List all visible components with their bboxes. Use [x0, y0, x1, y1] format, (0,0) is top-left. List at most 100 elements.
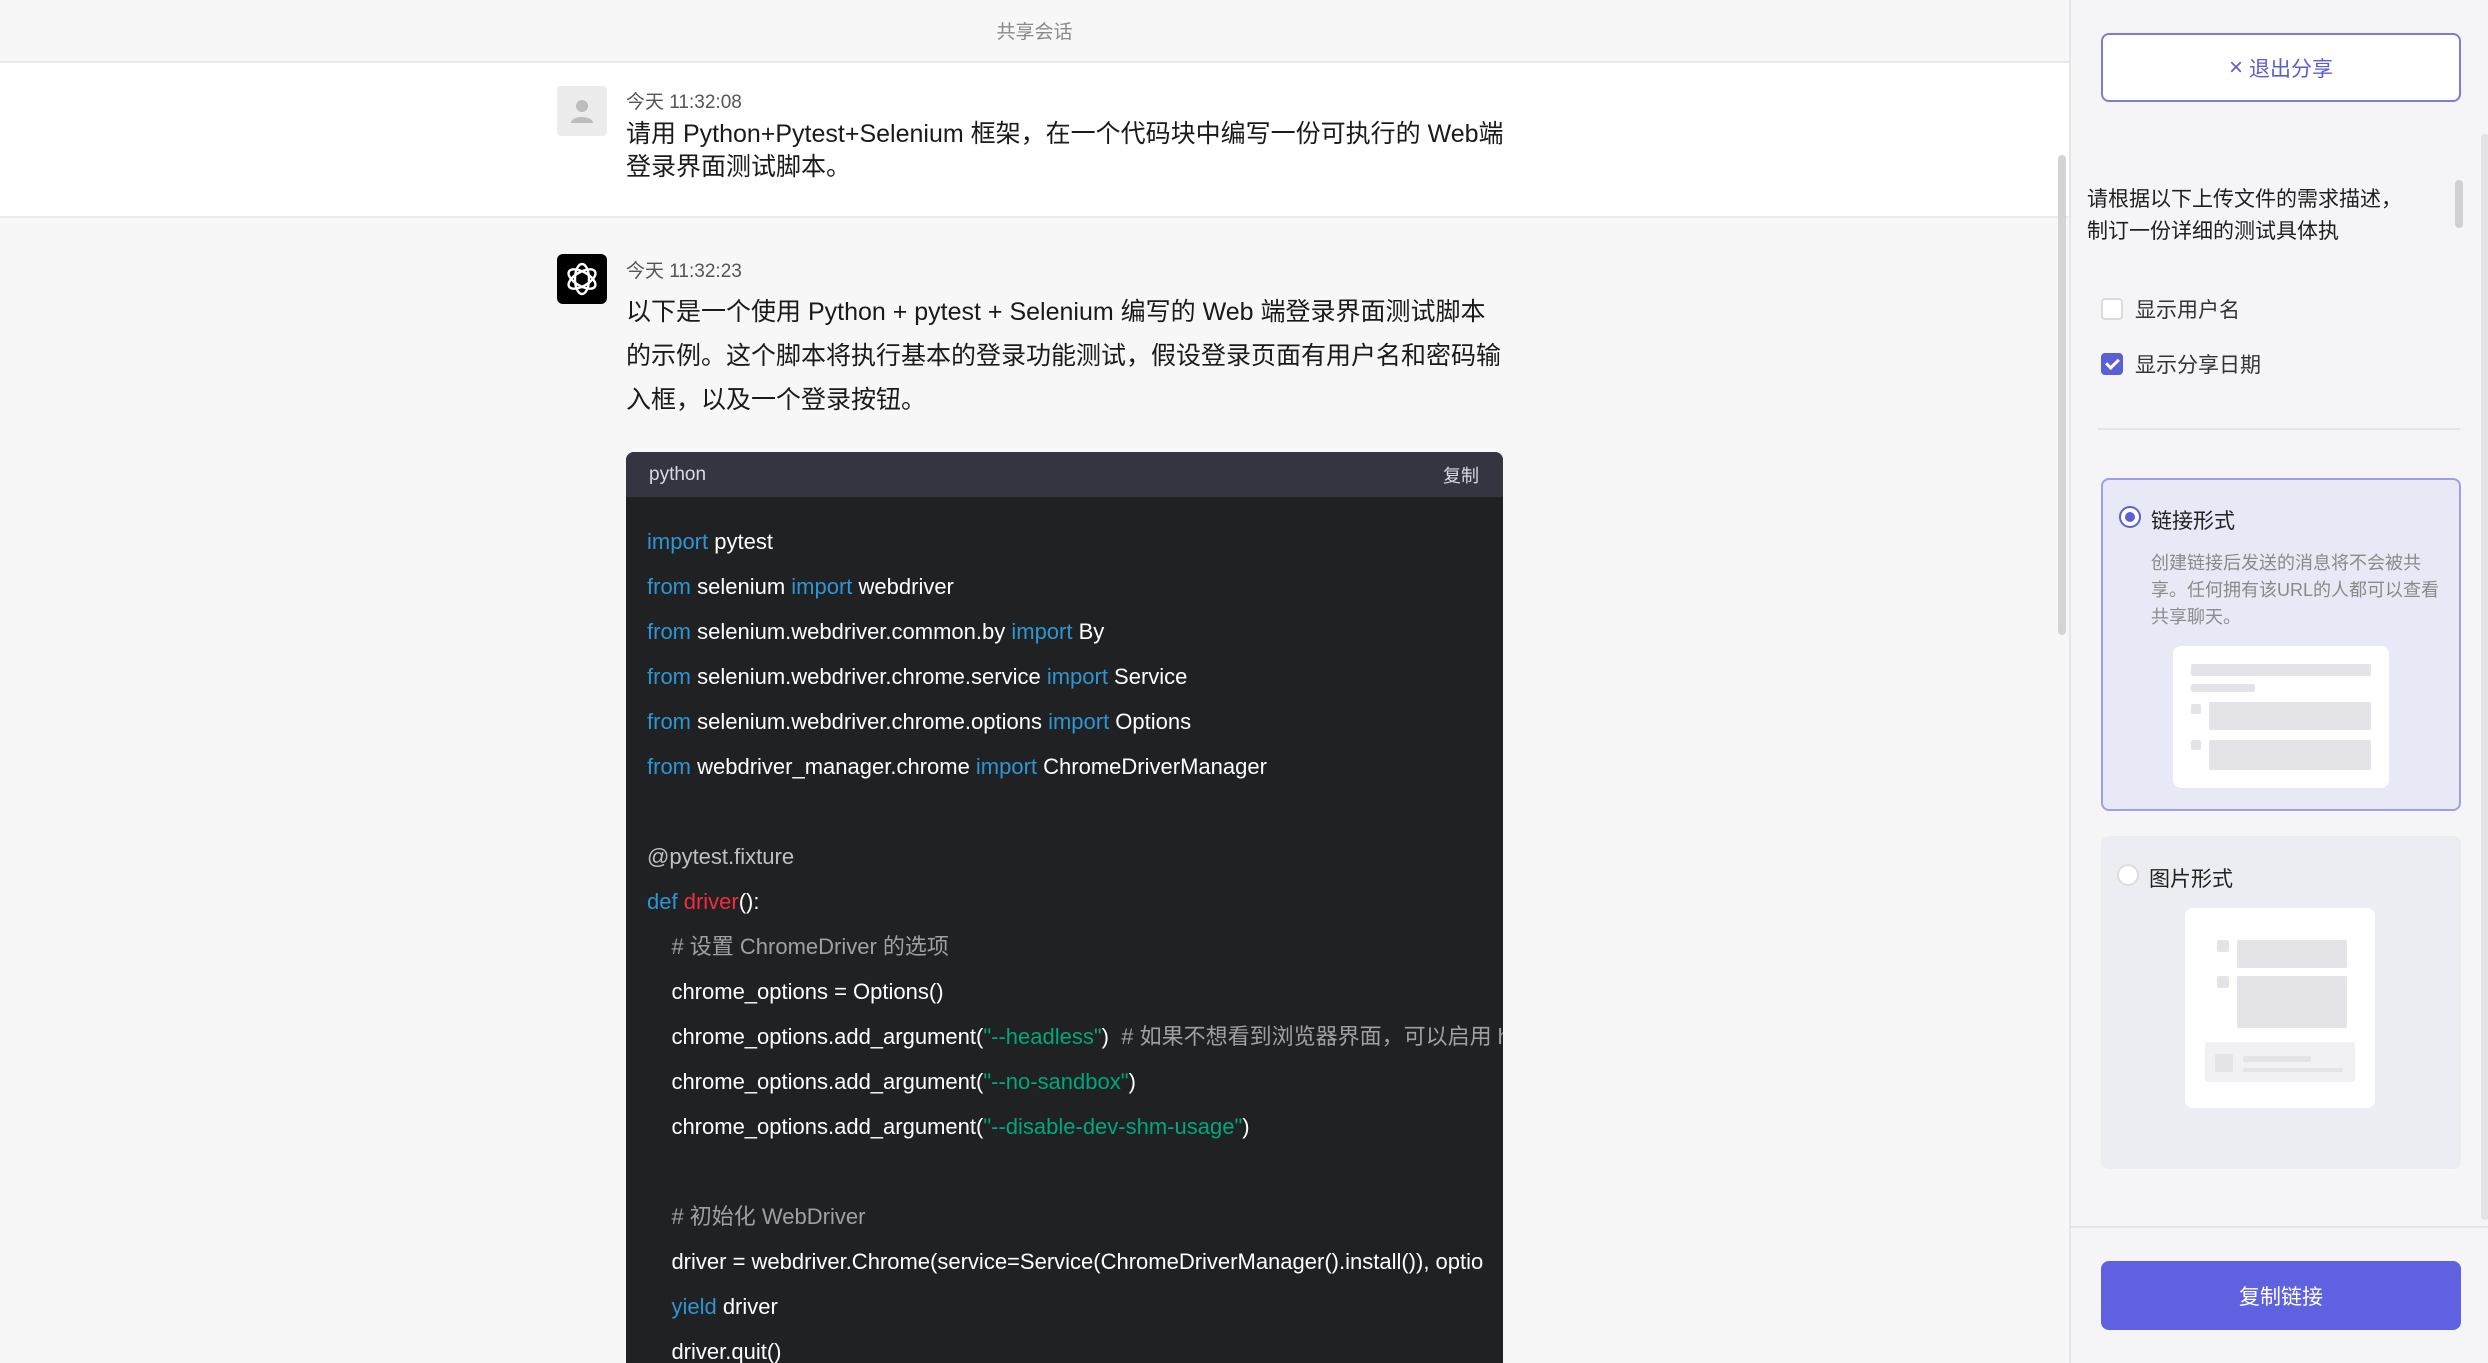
- exit-share-label: 退出分享: [2249, 57, 2333, 81]
- conversation-header: 共享会话: [0, 0, 2069, 63]
- code-token: from: [647, 664, 691, 689]
- code-token: def: [647, 889, 678, 914]
- conversation-scrollbar[interactable]: [2058, 155, 2066, 635]
- link-share-option[interactable]: 链接形式 创建链接后发送的消息将不会被共享。任何拥有该URL的人都可以查看共享聊…: [2101, 478, 2461, 811]
- code-token: import: [1046, 664, 1108, 689]
- show-date-toggle[interactable]: 显示分享日期: [2101, 349, 2261, 379]
- code-token: driver = webdriver.Chrome(service=Servic…: [647, 1249, 1484, 1274]
- show-username-toggle[interactable]: 显示用户名: [2101, 294, 2240, 324]
- code-token: ): [1128, 1069, 1136, 1094]
- code-token: "--disable-dev-shm-usage": [983, 1114, 1243, 1139]
- close-icon: ×: [2228, 53, 2243, 81]
- code-token: webdriver_manager.chrome: [691, 754, 976, 779]
- code-line: from selenium import webdriver: [647, 564, 1503, 609]
- link-preview-illustration: [2173, 646, 2389, 788]
- code-token: Service: [1107, 664, 1188, 689]
- image-preview-illustration: [2185, 908, 2375, 1108]
- conversation-area: 共享会话 今天 11:32:08 请用 Python+Pytest+Seleni…: [0, 0, 2069, 1363]
- code-token: selenium.webdriver.chrome.service: [691, 664, 1047, 689]
- code-line: from webdriver_manager.chrome import Chr…: [647, 744, 1503, 789]
- code-token: ():: [738, 889, 760, 914]
- code-line: # 初始化 WebDriver: [647, 1194, 1503, 1239]
- show-date-label: 显示分享日期: [2135, 354, 2261, 377]
- code-block-header: python 复制: [626, 452, 1503, 497]
- code-token: driver.quit(): [647, 1339, 782, 1363]
- user-avatar: [557, 86, 607, 136]
- code-token: chrome_options = Options(): [647, 979, 944, 1004]
- code-language-label: python: [649, 463, 707, 485]
- copy-code-button[interactable]: 复制: [1443, 462, 1479, 488]
- code-token: import: [1011, 619, 1073, 644]
- preview-scrollbar[interactable]: [2455, 180, 2463, 228]
- code-token: yield: [671, 1294, 717, 1319]
- code-token: Options: [1109, 709, 1192, 734]
- code-token: # 如果不想看到浏览器界面，可以启用 h: [1121, 1024, 1503, 1049]
- show-date-checkbox[interactable]: [2101, 353, 2123, 375]
- assistant-avatar: [557, 254, 607, 304]
- code-line: driver.quit(): [647, 1329, 1503, 1363]
- user-icon: [571, 100, 593, 123]
- code-token: selenium.webdriver.chrome.options: [691, 709, 1049, 734]
- assistant-message-timestamp: 今天 11:32:23: [626, 261, 742, 282]
- image-option-title: 图片形式: [2149, 868, 2233, 891]
- code-line: from selenium.webdriver.chrome.service i…: [647, 654, 1503, 699]
- panel-footer-divider: [2071, 1226, 2488, 1228]
- code-token: selenium.webdriver.common.by: [691, 619, 1012, 644]
- code-token: "--headless": [983, 1024, 1102, 1049]
- code-line: yield driver: [647, 1284, 1503, 1329]
- code-token: driver: [683, 889, 739, 914]
- image-share-option[interactable]: 图片形式: [2101, 836, 2461, 1169]
- code-line: driver = webdriver.Chrome(service=Servic…: [647, 1239, 1503, 1284]
- code-line: chrome_options.add_argument("--disable-d…: [647, 1104, 1503, 1149]
- code-line: chrome_options.add_argument("--no-sandbo…: [647, 1059, 1503, 1104]
- code-content: import pytest from selenium import webdri…: [626, 497, 1503, 1363]
- code-token: selenium: [691, 574, 792, 599]
- code-token: chrome_options.add_argument(: [647, 1069, 984, 1094]
- openai-logo-icon: [567, 262, 597, 296]
- panel-divider: [2098, 428, 2460, 430]
- code-token: ChromeDriverManager: [1037, 754, 1267, 779]
- code-token: pytest: [708, 529, 773, 554]
- code-block: python 复制 import pytest from selenium imp…: [626, 452, 1503, 1363]
- code-token: import: [1048, 709, 1110, 734]
- code-line: chrome_options.add_argument("--headless"…: [647, 1014, 1503, 1059]
- user-message-text: 请用 Python+Pytest+Selenium 框架，在一个代码块中编写一份…: [626, 120, 1504, 181]
- link-option-description: 创建链接后发送的消息将不会被共享。任何拥有该URL的人都可以查看共享聊天。: [2151, 553, 2440, 627]
- code-line: def driver():: [647, 879, 1503, 924]
- code-token: from: [647, 574, 691, 599]
- code-token: import: [975, 754, 1038, 779]
- code-token: # 设置 ChromeDriver 的选项: [647, 934, 949, 959]
- code-token: # 初始化 WebDriver: [647, 1204, 866, 1229]
- code-token: webdriver: [852, 574, 954, 599]
- link-option-title: 链接形式: [2151, 510, 2235, 533]
- share-panel: × 退出分享 请根据以下上传文件的需求描述，制订一份详细的测试具体执 显示用户名…: [2069, 0, 2488, 1363]
- code-line: @pytest.fixture: [647, 834, 1503, 879]
- code-token: import: [647, 529, 709, 554]
- exit-share-button[interactable]: × 退出分享: [2101, 33, 2461, 102]
- code-token: chrome_options.add_argument(: [647, 1024, 984, 1049]
- image-option-radio[interactable]: [2117, 864, 2139, 886]
- code-token: By: [1072, 619, 1105, 644]
- copy-link-button[interactable]: 复制链接: [2101, 1261, 2461, 1330]
- code-line: # 设置 ChromeDriver 的选项: [647, 924, 1503, 969]
- share-preview-text: 请根据以下上传文件的需求描述，制订一份详细的测试具体执: [2087, 188, 2402, 243]
- link-option-radio[interactable]: [2119, 506, 2141, 528]
- show-username-checkbox[interactable]: [2101, 298, 2123, 320]
- page-title: 共享会话: [996, 22, 1073, 43]
- code-token: from: [647, 619, 691, 644]
- code-line: chrome_options = Options(): [647, 969, 1503, 1014]
- code-token: @pytest.fixture: [647, 844, 795, 869]
- code-token: "--no-sandbox": [983, 1069, 1129, 1094]
- code-line: from selenium.webdriver.chrome.options i…: [647, 699, 1503, 744]
- show-username-label: 显示用户名: [2135, 299, 2240, 322]
- code-token: ): [1242, 1114, 1250, 1139]
- code-line: import pytest: [647, 519, 1503, 564]
- code-line: from selenium.webdriver.common.by import…: [647, 609, 1503, 654]
- user-message-timestamp: 今天 11:32:08: [626, 92, 742, 113]
- panel-scrollbar[interactable]: [2481, 134, 2488, 1220]
- code-token: chrome_options.add_argument(: [647, 1114, 984, 1139]
- code-token: from: [647, 754, 691, 779]
- code-token: from: [647, 709, 691, 734]
